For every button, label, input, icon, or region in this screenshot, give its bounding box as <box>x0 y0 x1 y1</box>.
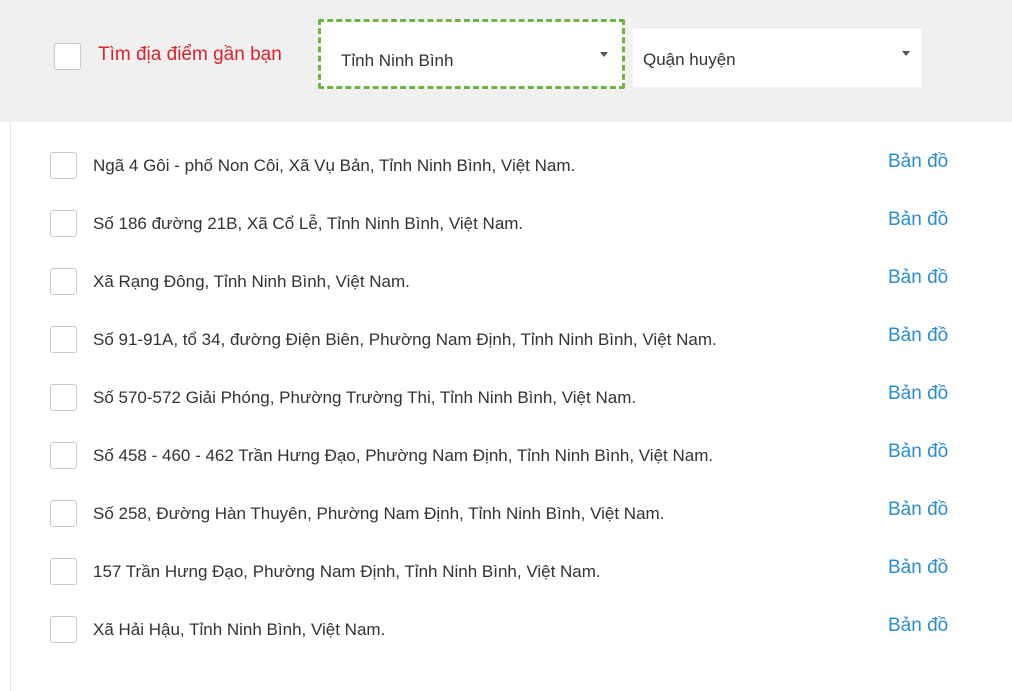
map-link[interactable]: Bản đồ <box>888 498 948 522</box>
district-select-value: Quận huyện <box>643 50 736 69</box>
list-item: Số 458 - 460 - 462 Trần Hưng Đạo, Phường… <box>0 437 1012 477</box>
list-item: Số 186 đường 21B, Xã Cổ Lễ, Tỉnh Ninh Bì… <box>0 205 1012 245</box>
location-list: Ngã 4 Gôi - phố Non Côi, Xã Vụ Bản, Tỉnh… <box>0 122 1012 691</box>
location-address: Số 91-91A, tổ 34, đường Điện Biên, Phườn… <box>93 330 717 349</box>
province-select-value: Tỉnh Ninh Bình <box>341 51 454 70</box>
map-link[interactable]: Bản đồ <box>888 382 948 406</box>
location-address: Số 186 đường 21B, Xã Cổ Lễ, Tỉnh Ninh Bì… <box>93 214 524 233</box>
list-item: 157 Trần Hưng Đạo, Phường Nam Định, Tỉnh… <box>0 553 1012 593</box>
location-address: 157 Trần Hưng Đạo, Phường Nam Định, Tỉnh… <box>93 562 601 581</box>
map-link[interactable]: Bản đồ <box>888 208 948 232</box>
list-item: Xã Hải Hậu, Tỉnh Ninh Bình, Việt Nam. Bả… <box>0 611 1012 651</box>
location-address: Xã Hải Hậu, Tỉnh Ninh Bình, Việt Nam. <box>93 620 386 639</box>
location-address: Xã Rạng Đông, Tỉnh Ninh Bình, Việt Nam. <box>93 272 410 291</box>
map-link[interactable]: Bản đồ <box>888 614 948 638</box>
map-link[interactable]: Bản đồ <box>888 266 948 290</box>
location-checkbox[interactable] <box>50 384 77 411</box>
location-checkbox[interactable] <box>50 326 77 353</box>
district-select[interactable]: Quận huyện <box>632 28 922 88</box>
location-address: Số 570-572 Giải Phóng, Phường Trường Thi… <box>93 388 637 407</box>
map-link[interactable]: Bản đồ <box>888 440 948 464</box>
map-link[interactable]: Bản đồ <box>888 150 948 174</box>
location-checkbox[interactable] <box>50 152 77 179</box>
list-item: Xã Rạng Đông, Tỉnh Ninh Bình, Việt Nam. … <box>0 263 1012 303</box>
list-item: Số 570-572 Giải Phóng, Phường Trường Thi… <box>0 379 1012 419</box>
filter-bar: Tìm địa điểm gần bạn Tỉnh Ninh Bình Quận… <box>0 0 1012 122</box>
nearby-label: Tìm địa điểm gần bạn <box>98 44 282 65</box>
location-checkbox[interactable] <box>50 558 77 585</box>
map-link[interactable]: Bản đồ <box>888 324 948 348</box>
nearby-checkbox[interactable] <box>54 43 81 70</box>
location-checkbox[interactable] <box>50 616 77 643</box>
province-select[interactable]: Tỉnh Ninh Bình <box>318 19 625 89</box>
location-checkbox[interactable] <box>50 500 77 527</box>
store-locator: Tìm địa điểm gần bạn Tỉnh Ninh Bình Quận… <box>0 0 1012 691</box>
location-address: Số 458 - 460 - 462 Trần Hưng Đạo, Phường… <box>93 446 714 465</box>
list-item: Ngã 4 Gôi - phố Non Côi, Xã Vụ Bản, Tỉnh… <box>0 147 1012 187</box>
location-checkbox[interactable] <box>50 210 77 237</box>
list-item: Số 258, Đường Hàn Thuyên, Phường Nam Địn… <box>0 495 1012 535</box>
list-item: Số 91-91A, tổ 34, đường Điện Biên, Phườn… <box>0 321 1012 361</box>
location-checkbox[interactable] <box>50 268 77 295</box>
map-link[interactable]: Bản đồ <box>888 556 948 580</box>
location-checkbox[interactable] <box>50 442 77 469</box>
chevron-down-icon <box>600 52 608 57</box>
location-address: Ngã 4 Gôi - phố Non Côi, Xã Vụ Bản, Tỉnh… <box>93 156 576 175</box>
chevron-down-icon <box>902 51 910 56</box>
location-address: Số 258, Đường Hàn Thuyên, Phường Nam Địn… <box>93 504 665 523</box>
